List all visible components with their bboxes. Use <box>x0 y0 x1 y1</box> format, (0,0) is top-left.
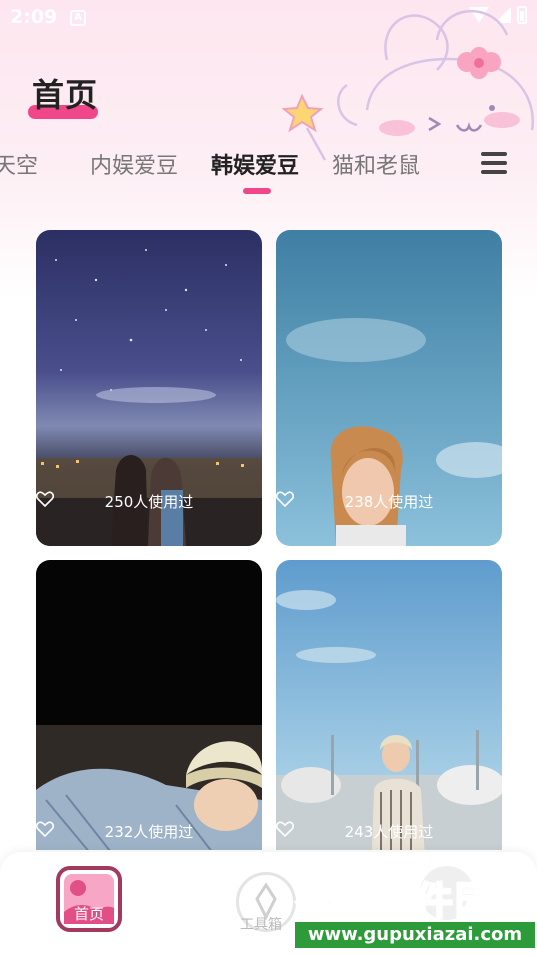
heart-icon <box>276 821 294 837</box>
nav-toolbox-label: 工具箱 <box>240 917 282 933</box>
usage-count: 232人使用过 <box>36 821 262 842</box>
usage-text: 250人使用过 <box>104 493 194 511</box>
category-tabs: 天空 内娱爱豆 韩娱爱豆 猫和老鼠 <box>0 140 537 200</box>
tab-domestic-idols[interactable]: 内娱爱豆 <box>90 148 178 180</box>
tab-tom-and-jerry[interactable]: 猫和老鼠 <box>332 148 420 180</box>
page-title: 首页 <box>32 76 99 114</box>
card-image-dark-portrait <box>36 560 262 850</box>
wallpaper-card[interactable]: 232人使用过 <box>36 560 262 850</box>
usage-text: 232人使用过 <box>104 823 194 841</box>
active-tab-indicator <box>243 188 271 194</box>
status-time: 2:09 <box>10 6 58 28</box>
usage-text: 238人使用过 <box>344 493 434 511</box>
usage-count: 243人使用过 <box>276 821 502 842</box>
card-image-sky-industrial <box>276 560 502 850</box>
wallpaper-card[interactable]: 243人使用过 <box>276 560 502 850</box>
wallpaper-grid: 250人使用过 238人使用过 232人使用过 243人使用过 <box>36 230 502 850</box>
menu-icon[interactable] <box>481 152 507 174</box>
usage-count: 250人使用过 <box>36 491 262 512</box>
tab-sky[interactable]: 天空 <box>0 148 38 180</box>
usage-count: 238人使用过 <box>276 491 502 512</box>
usage-text: 243人使用过 <box>344 823 434 841</box>
site-watermark: 谷普软件园 www.gupuxiazai.com <box>294 870 535 950</box>
wallpaper-card[interactable]: 250人使用过 <box>36 230 262 546</box>
wallpaper-card[interactable]: 238人使用过 <box>276 230 502 546</box>
watermark-title: 谷普软件园 <box>294 878 496 924</box>
heart-icon <box>36 821 54 837</box>
tab-korean-idols[interactable]: 韩娱爱豆 <box>211 148 299 180</box>
watermark-url: www.gupuxiazai.com <box>295 922 535 948</box>
heart-icon <box>36 491 54 507</box>
nav-home-label: 首页 <box>73 905 104 923</box>
notification-icon: A <box>70 10 86 26</box>
nav-home-button[interactable]: 首页 <box>56 866 122 932</box>
heart-icon <box>276 491 294 507</box>
